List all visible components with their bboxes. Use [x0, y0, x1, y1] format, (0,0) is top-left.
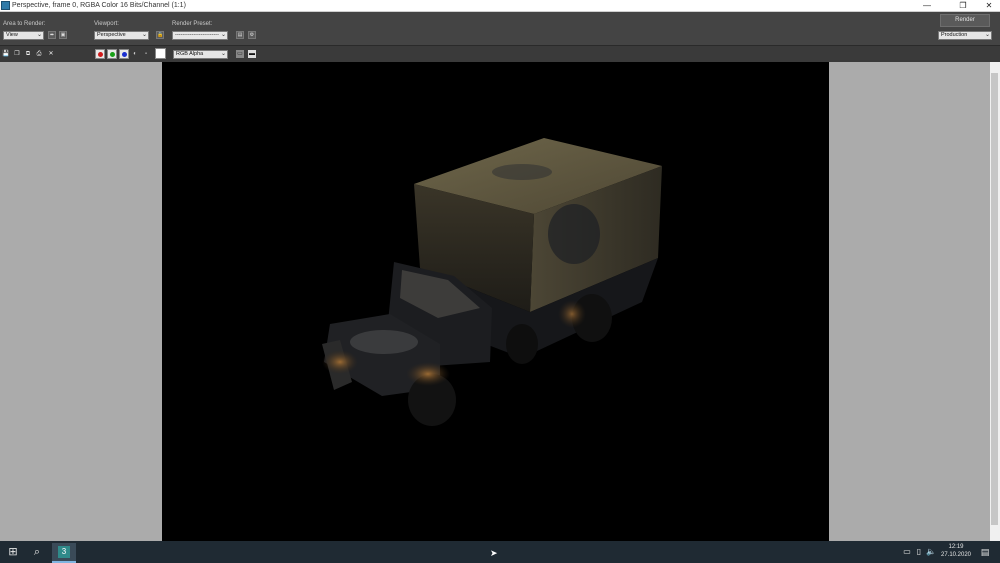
chevron-down-icon: ⌄ — [984, 32, 990, 38]
action-center-icon[interactable]: ▤ — [978, 545, 992, 559]
toggle-ui-icon[interactable]: ▬ — [248, 50, 256, 58]
toggle-ui-overlay-icon[interactable]: ▭ — [236, 50, 244, 58]
channel-display-select[interactable]: RGB Alpha ⌄ — [173, 50, 228, 59]
area-to-render-select[interactable]: View ⌄ — [3, 31, 44, 40]
area-to-render-label: Area to Render: — [3, 21, 46, 27]
maximize-button[interactable]: ❐ — [952, 0, 974, 12]
viewport-select[interactable]: Perspective ⌄ — [94, 31, 149, 40]
chevron-down-icon: ⌄ — [36, 32, 42, 38]
chevron-down-icon: ⌄ — [220, 32, 226, 38]
channel-toolbar — [0, 45, 1000, 62]
alpha-channel-icon[interactable]: ◐ — [131, 50, 139, 58]
chevron-down-icon: ⌄ — [141, 32, 147, 38]
lock-icon[interactable]: 🔒 — [156, 31, 164, 39]
area-to-render-value: View — [6, 32, 18, 38]
render-viewport — [162, 62, 829, 541]
window-title: Perspective, frame 0, RGBA Color 16 Bits… — [12, 2, 186, 9]
taskbar-app-3dsmax[interactable]: 3 — [52, 543, 76, 563]
red-channel-toggle[interactable] — [95, 49, 105, 59]
print-icon[interactable]: ⎙ — [35, 50, 43, 58]
save-image-icon[interactable]: 💾 — [2, 50, 10, 58]
clock-date: 27.10.2020 — [940, 552, 972, 558]
close-button[interactable]: ✕ — [978, 0, 1000, 12]
render-preset-value: ------------------------ — [175, 32, 219, 38]
blue-channel-toggle[interactable] — [119, 49, 129, 59]
render-mode-value: Production — [941, 32, 968, 38]
clone-window-icon[interactable]: ⧉ — [24, 50, 32, 58]
search-icon[interactable]: ⌕ — [30, 545, 44, 559]
windows-start-icon[interactable]: ⊞ — [6, 545, 20, 559]
render-mode-select[interactable]: Production ⌄ — [938, 31, 992, 40]
viewport-label: Viewport: — [94, 21, 119, 27]
clear-icon[interactable]: ✕ — [47, 50, 55, 58]
copy-image-icon[interactable]: ❐ — [13, 50, 21, 58]
color-swatch[interactable] — [155, 48, 166, 59]
chevron-down-icon: ⌄ — [220, 51, 226, 57]
viewport-value: Perspective — [97, 32, 126, 38]
clock-time: 12:19 — [948, 544, 964, 550]
app-3dsmax-icon: 3 — [58, 546, 70, 558]
channel-display-value: RGB Alpha — [176, 51, 204, 57]
auto-region-button[interactable]: ▣ — [59, 31, 67, 39]
render-preset-select[interactable]: ------------------------ ⌄ — [172, 31, 228, 40]
green-channel-toggle[interactable] — [107, 49, 117, 59]
rendered-truck-image — [322, 138, 662, 426]
render-button[interactable]: Render — [940, 14, 990, 27]
environment-gear-icon[interactable]: ⚙ — [248, 31, 256, 39]
mono-icon[interactable]: ▪ — [142, 50, 150, 58]
minimize-button[interactable]: — — [916, 0, 938, 12]
edit-region-button[interactable]: ⬌ — [48, 31, 56, 39]
scrollbar-thumb[interactable] — [991, 73, 998, 525]
mouse-cursor-icon: ➤ — [490, 548, 498, 558]
taskbar — [0, 541, 1000, 563]
system-clock[interactable]: 12:19 27.10.2020 — [936, 543, 976, 559]
render-setup-icon[interactable]: ▤ — [236, 31, 244, 39]
app-icon — [1, 1, 10, 10]
render-preset-label: Render Preset: — [172, 21, 213, 27]
render-toolbar — [0, 12, 1000, 45]
